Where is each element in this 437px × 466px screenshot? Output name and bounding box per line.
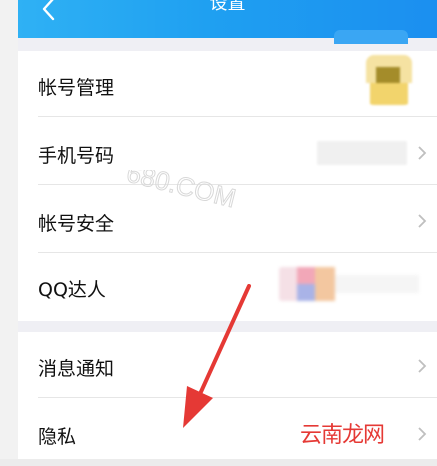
left-edge <box>0 0 18 459</box>
chevron-right-icon <box>417 358 427 373</box>
blue-tab-decoration <box>334 30 408 44</box>
settings-item-account-security[interactable]: 帐号安全 <box>18 187 437 253</box>
qq-badges-blurred <box>279 267 419 301</box>
chevron-right-icon <box>417 213 427 228</box>
divider <box>38 397 437 398</box>
chevron-right-icon <box>417 145 427 160</box>
settings-item-qq-expert[interactable]: QQ达人 <box>18 253 437 319</box>
settings-group-account: 帐号管理 手机号码 帐号安全 QQ达人 <box>18 51 437 321</box>
settings-item-label: 隐私 <box>38 426 77 448</box>
settings-item-notifications[interactable]: 消息通知 <box>18 332 437 398</box>
divider <box>38 184 437 185</box>
settings-item-label: 帐号安全 <box>38 213 115 235</box>
site-watermark-bottom: 云南龙网 <box>300 423 385 448</box>
settings-screen: 设置 帐号管理 手机号码 帐号安全 QQ达人 消息通知 隐私 680.COM 云… <box>0 0 437 459</box>
page-title: 设置 <box>209 0 246 14</box>
settings-panel: 设置 帐号管理 手机号码 帐号安全 QQ达人 消息通知 隐私 <box>18 0 437 459</box>
phone-number-blurred <box>317 141 407 165</box>
settings-item-label: 消息通知 <box>38 358 115 380</box>
settings-item-account-management[interactable]: 帐号管理 <box>18 51 437 117</box>
settings-item-label: 手机号码 <box>38 145 115 167</box>
divider <box>38 116 437 117</box>
avatar <box>366 55 412 105</box>
settings-item-label: 帐号管理 <box>38 77 115 99</box>
settings-item-phone-number[interactable]: 手机号码 <box>18 119 437 185</box>
settings-item-label: QQ达人 <box>38 279 106 301</box>
chevron-right-icon <box>417 426 427 441</box>
